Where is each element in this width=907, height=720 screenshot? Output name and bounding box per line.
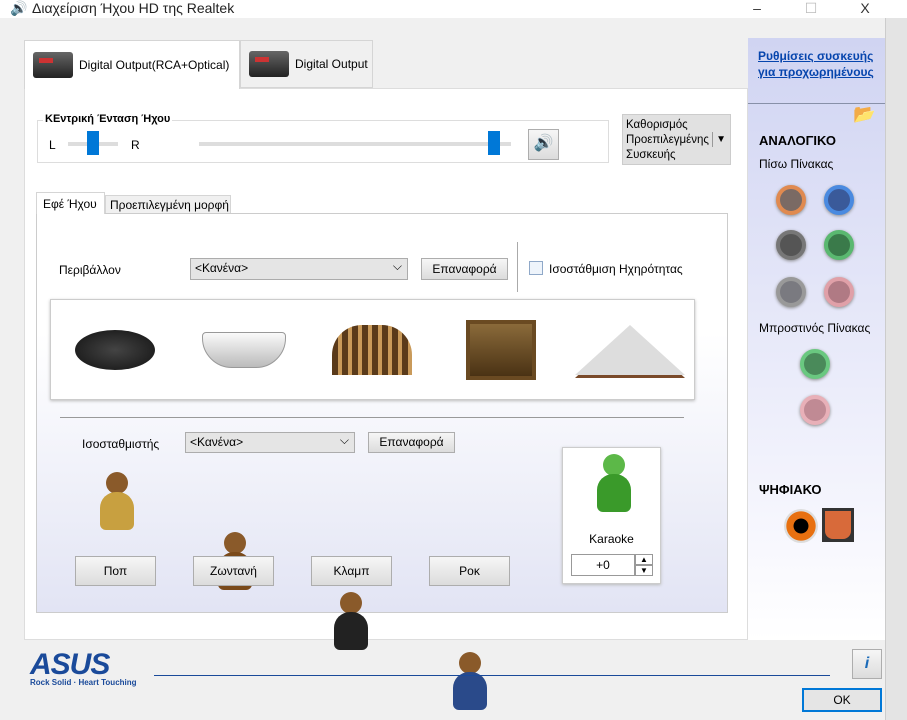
volume-slider-thumb[interactable] <box>488 131 500 155</box>
brand-name: ASUS <box>30 648 110 681</box>
window-title: Διαχείριση Ήχου HD της Realtek <box>32 0 235 16</box>
preset-club-button[interactable]: Κλαμπ <box>311 556 392 586</box>
asus-logo: ASUS <box>30 648 110 682</box>
tab-digital-output[interactable]: Digital Output <box>240 40 373 88</box>
tab-label: Προεπιλεγμένη μορφή <box>110 197 229 212</box>
speaker-app-icon: 🔊 <box>10 0 28 16</box>
close-button[interactable]: X <box>850 0 880 16</box>
loudness-checkbox[interactable] <box>529 261 543 275</box>
set-default-device-button[interactable]: Καθορισμός Προεπιλεγμένης Συσκευής ▼ <box>622 114 731 165</box>
device-icon <box>249 51 289 77</box>
connector-sidebar <box>748 38 885 640</box>
front-jack-green-icon[interactable] <box>800 349 830 379</box>
front-panel-label: Μπροστινός Πίνακας <box>759 321 871 335</box>
advanced-settings-link[interactable]: Ρυθμίσεις συσκευής για προχωρημένους <box>758 49 874 79</box>
balance-slider-thumb[interactable] <box>87 131 99 155</box>
balance-left-label: L <box>49 138 56 152</box>
folder-icon[interactable]: 📂 <box>853 104 875 125</box>
mute-speaker-icon[interactable]: 🔊 <box>528 129 559 160</box>
env-bathroom-icon[interactable] <box>184 310 304 390</box>
master-volume-label: ΚΕντρική Ένταση Ήχου <box>43 113 173 125</box>
balance-right-label: R <box>131 138 140 152</box>
tab-default-format[interactable]: Προεπιλεγμένη μορφή <box>105 195 231 214</box>
jack-blue-icon[interactable] <box>824 185 854 215</box>
jack-pink-icon[interactable] <box>824 277 854 307</box>
equalizer-reset-button[interactable]: Επαναφορά <box>368 432 455 453</box>
environment-value: <Κανένα> <box>195 261 249 275</box>
tab-sound-effects[interactable]: Εφέ Ήχου <box>36 192 105 214</box>
tab-label: Digital Output <box>295 57 368 71</box>
karaoke-panel: Karaoke +0 ▲ ▼ <box>562 447 661 584</box>
karaoke-singer-icon <box>591 454 635 514</box>
divider <box>60 417 684 418</box>
tab-label: Digital Output(RCA+Optical) <box>79 58 230 72</box>
preset-live-button[interactable]: Ζωντανή <box>193 556 274 586</box>
jack-grey-icon[interactable] <box>776 277 806 307</box>
volume-slider-track[interactable] <box>199 142 511 146</box>
tab-digital-output-rca-optical[interactable]: Digital Output(RCA+Optical) <box>24 40 240 89</box>
env-arena-icon[interactable] <box>312 310 432 390</box>
environment-label: Περιβάλλον <box>59 263 121 277</box>
coaxial-output-icon[interactable] <box>784 509 818 543</box>
tagline: Rock Solid · Heart Touching <box>30 678 137 687</box>
karaoke-value-input[interactable]: +0 <box>571 554 635 576</box>
equalizer-select[interactable]: <Κανένα> <box>185 432 355 453</box>
environment-gallery <box>50 299 695 400</box>
advanced-settings-area: Ρυθμίσεις συσκευής για προχωρημένους <box>748 38 885 104</box>
dropdown-arrow-icon: ▼ <box>712 132 726 147</box>
karaoke-up-button[interactable]: ▲ <box>635 554 653 565</box>
loudness-label: Ισοστάθμιση Ηχηρότητας <box>549 262 683 276</box>
environment-reset-button[interactable]: Επαναφορά <box>421 258 508 280</box>
rock-guitarist-icon <box>447 652 491 712</box>
env-concert-hall-icon[interactable] <box>570 310 690 390</box>
club-pianist-icon <box>328 592 372 652</box>
karaoke-label: Karaoke <box>589 532 634 546</box>
info-button[interactable]: i <box>852 649 882 679</box>
set-default-device-label: Καθορισμός Προεπιλεγμένης Συσκευής <box>626 119 709 161</box>
jack-green-icon[interactable] <box>824 230 854 260</box>
preset-pop-button[interactable]: Ποπ <box>75 556 156 586</box>
maximize-button[interactable]: ☐ <box>796 0 826 17</box>
tab-label: Εφέ Ήχου <box>43 196 97 211</box>
ok-button[interactable]: OK <box>802 688 882 712</box>
background-window <box>885 18 907 720</box>
divider <box>517 242 518 292</box>
env-stone-room-icon[interactable] <box>441 310 561 390</box>
optical-output-icon[interactable] <box>822 508 854 542</box>
env-padded-cell-icon[interactable] <box>55 310 175 390</box>
equalizer-value: <Κανένα> <box>190 435 244 449</box>
device-icon <box>33 52 73 78</box>
jack-orange-icon[interactable] <box>776 185 806 215</box>
digital-heading: ΨΗΦΙΑΚΟ <box>759 482 822 497</box>
footer-line <box>154 675 830 676</box>
front-jack-pink-icon[interactable] <box>800 395 830 425</box>
pop-singer-icon <box>94 472 138 532</box>
analog-heading: ΑΝΑΛΟΓΙΚΟ <box>759 133 836 148</box>
equalizer-label: Ισοσταθμιστής <box>82 437 160 451</box>
preset-rock-button[interactable]: Ροκ <box>429 556 510 586</box>
karaoke-down-button[interactable]: ▼ <box>635 565 653 576</box>
back-panel-label: Πίσω Πίνακας <box>759 157 834 171</box>
environment-select[interactable]: <Κανένα> <box>190 258 408 280</box>
jack-black-icon[interactable] <box>776 230 806 260</box>
minimize-button[interactable]: – <box>742 0 772 16</box>
